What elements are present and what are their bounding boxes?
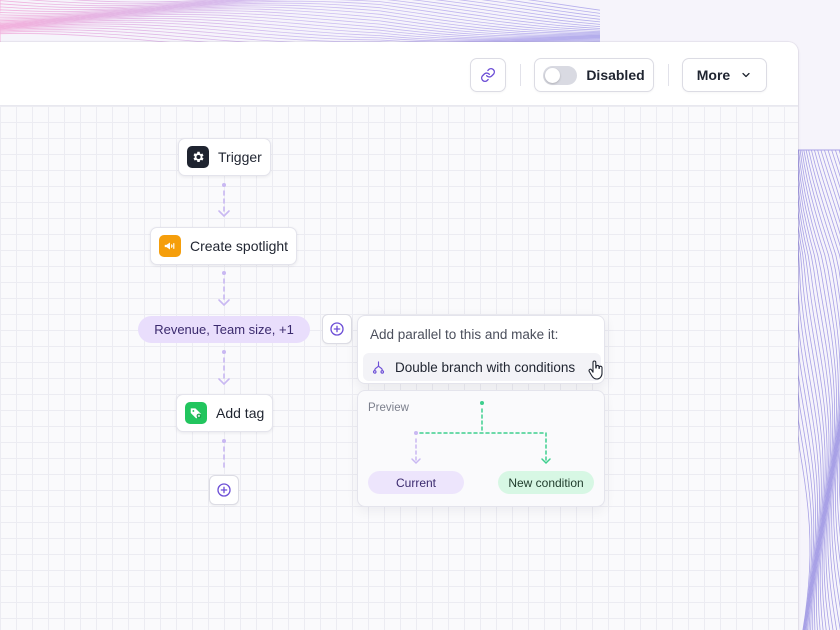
add-tag-node[interactable]: Add tag: [176, 394, 274, 432]
branch-icon: [372, 360, 385, 374]
hand-cursor-icon: [588, 360, 603, 380]
tag-icon: [185, 402, 207, 424]
add-parallel-popover: Add parallel to this and make it: Double…: [357, 315, 605, 384]
plus-circle-icon: [330, 322, 344, 336]
megaphone-icon: [159, 235, 181, 257]
branch-preview-card: Preview Current New condition: [357, 390, 605, 507]
add-tag-label: Add tag: [216, 405, 265, 421]
condition-label: Revenue, Team size, +1: [154, 322, 294, 337]
create-spotlight-label: Create spotlight: [190, 238, 289, 254]
trigger-label: Trigger: [218, 149, 262, 165]
popover-title: Add parallel to this and make it:: [370, 327, 559, 342]
new-condition-label: New condition: [508, 475, 584, 490]
gear-icon: [187, 146, 209, 168]
condition-node[interactable]: Revenue, Team size, +1: [138, 316, 310, 343]
trigger-node[interactable]: Trigger: [178, 138, 271, 176]
new-condition-pill: New condition: [498, 471, 594, 494]
plus-circle-icon: [217, 483, 231, 497]
current-label: Current: [395, 475, 436, 490]
add-step-button[interactable]: [209, 475, 239, 505]
add-parallel-button[interactable]: [322, 314, 352, 344]
create-spotlight-node[interactable]: Create spotlight: [150, 227, 298, 265]
current-branch-pill: Current: [368, 471, 464, 494]
double-branch-label: Double branch with conditions: [395, 359, 576, 375]
double-branch-option[interactable]: Double branch with conditions: [363, 353, 601, 381]
